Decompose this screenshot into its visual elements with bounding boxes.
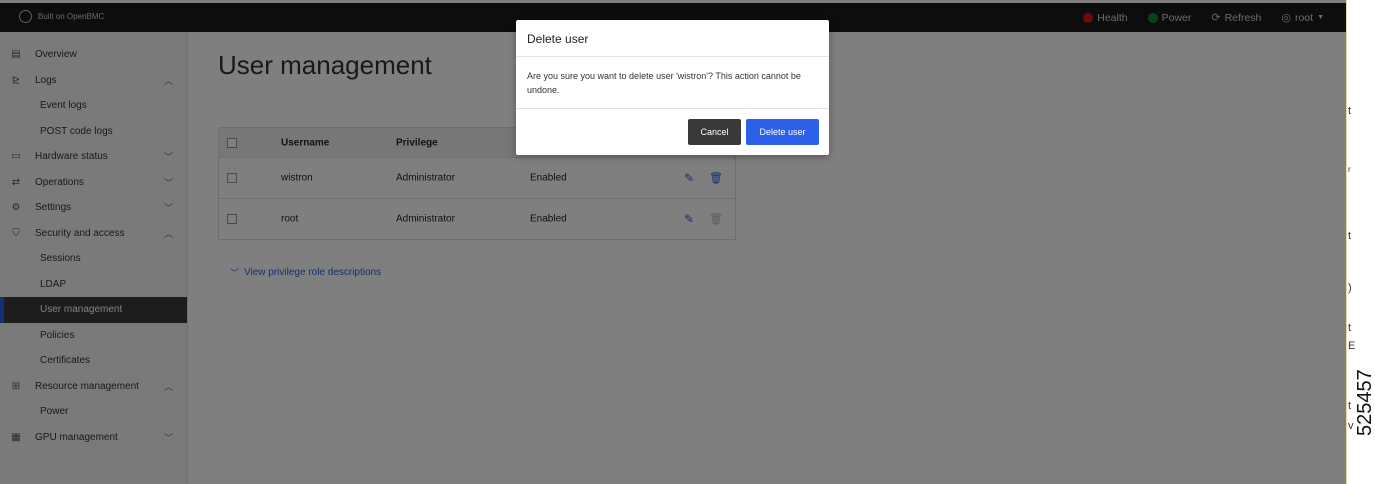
dialog-message: Are you sure you want to delete user 'wi… — [516, 57, 829, 109]
dialog-title: Delete user — [516, 20, 829, 57]
edge-text: t — [1348, 230, 1352, 242]
edge-text: r — [1348, 165, 1351, 174]
edge-text: v — [1348, 420, 1354, 432]
edge-text: t — [1348, 400, 1352, 412]
figure-id: 525457 — [1354, 369, 1375, 436]
dialog-footer: Cancel Delete user — [516, 109, 829, 155]
edge-text: t — [1348, 105, 1352, 117]
delete-user-dialog: Delete user Are you sure you want to del… — [516, 20, 829, 155]
delete-user-button[interactable]: Delete user — [746, 119, 819, 145]
edge-text: t — [1348, 322, 1352, 334]
edge-text: ) — [1348, 282, 1352, 294]
app-window: Built on OpenBMC Health Power ⟳ Refresh … — [0, 0, 1346, 484]
edge-text: E — [1348, 340, 1356, 352]
cancel-button[interactable]: Cancel — [688, 119, 741, 145]
